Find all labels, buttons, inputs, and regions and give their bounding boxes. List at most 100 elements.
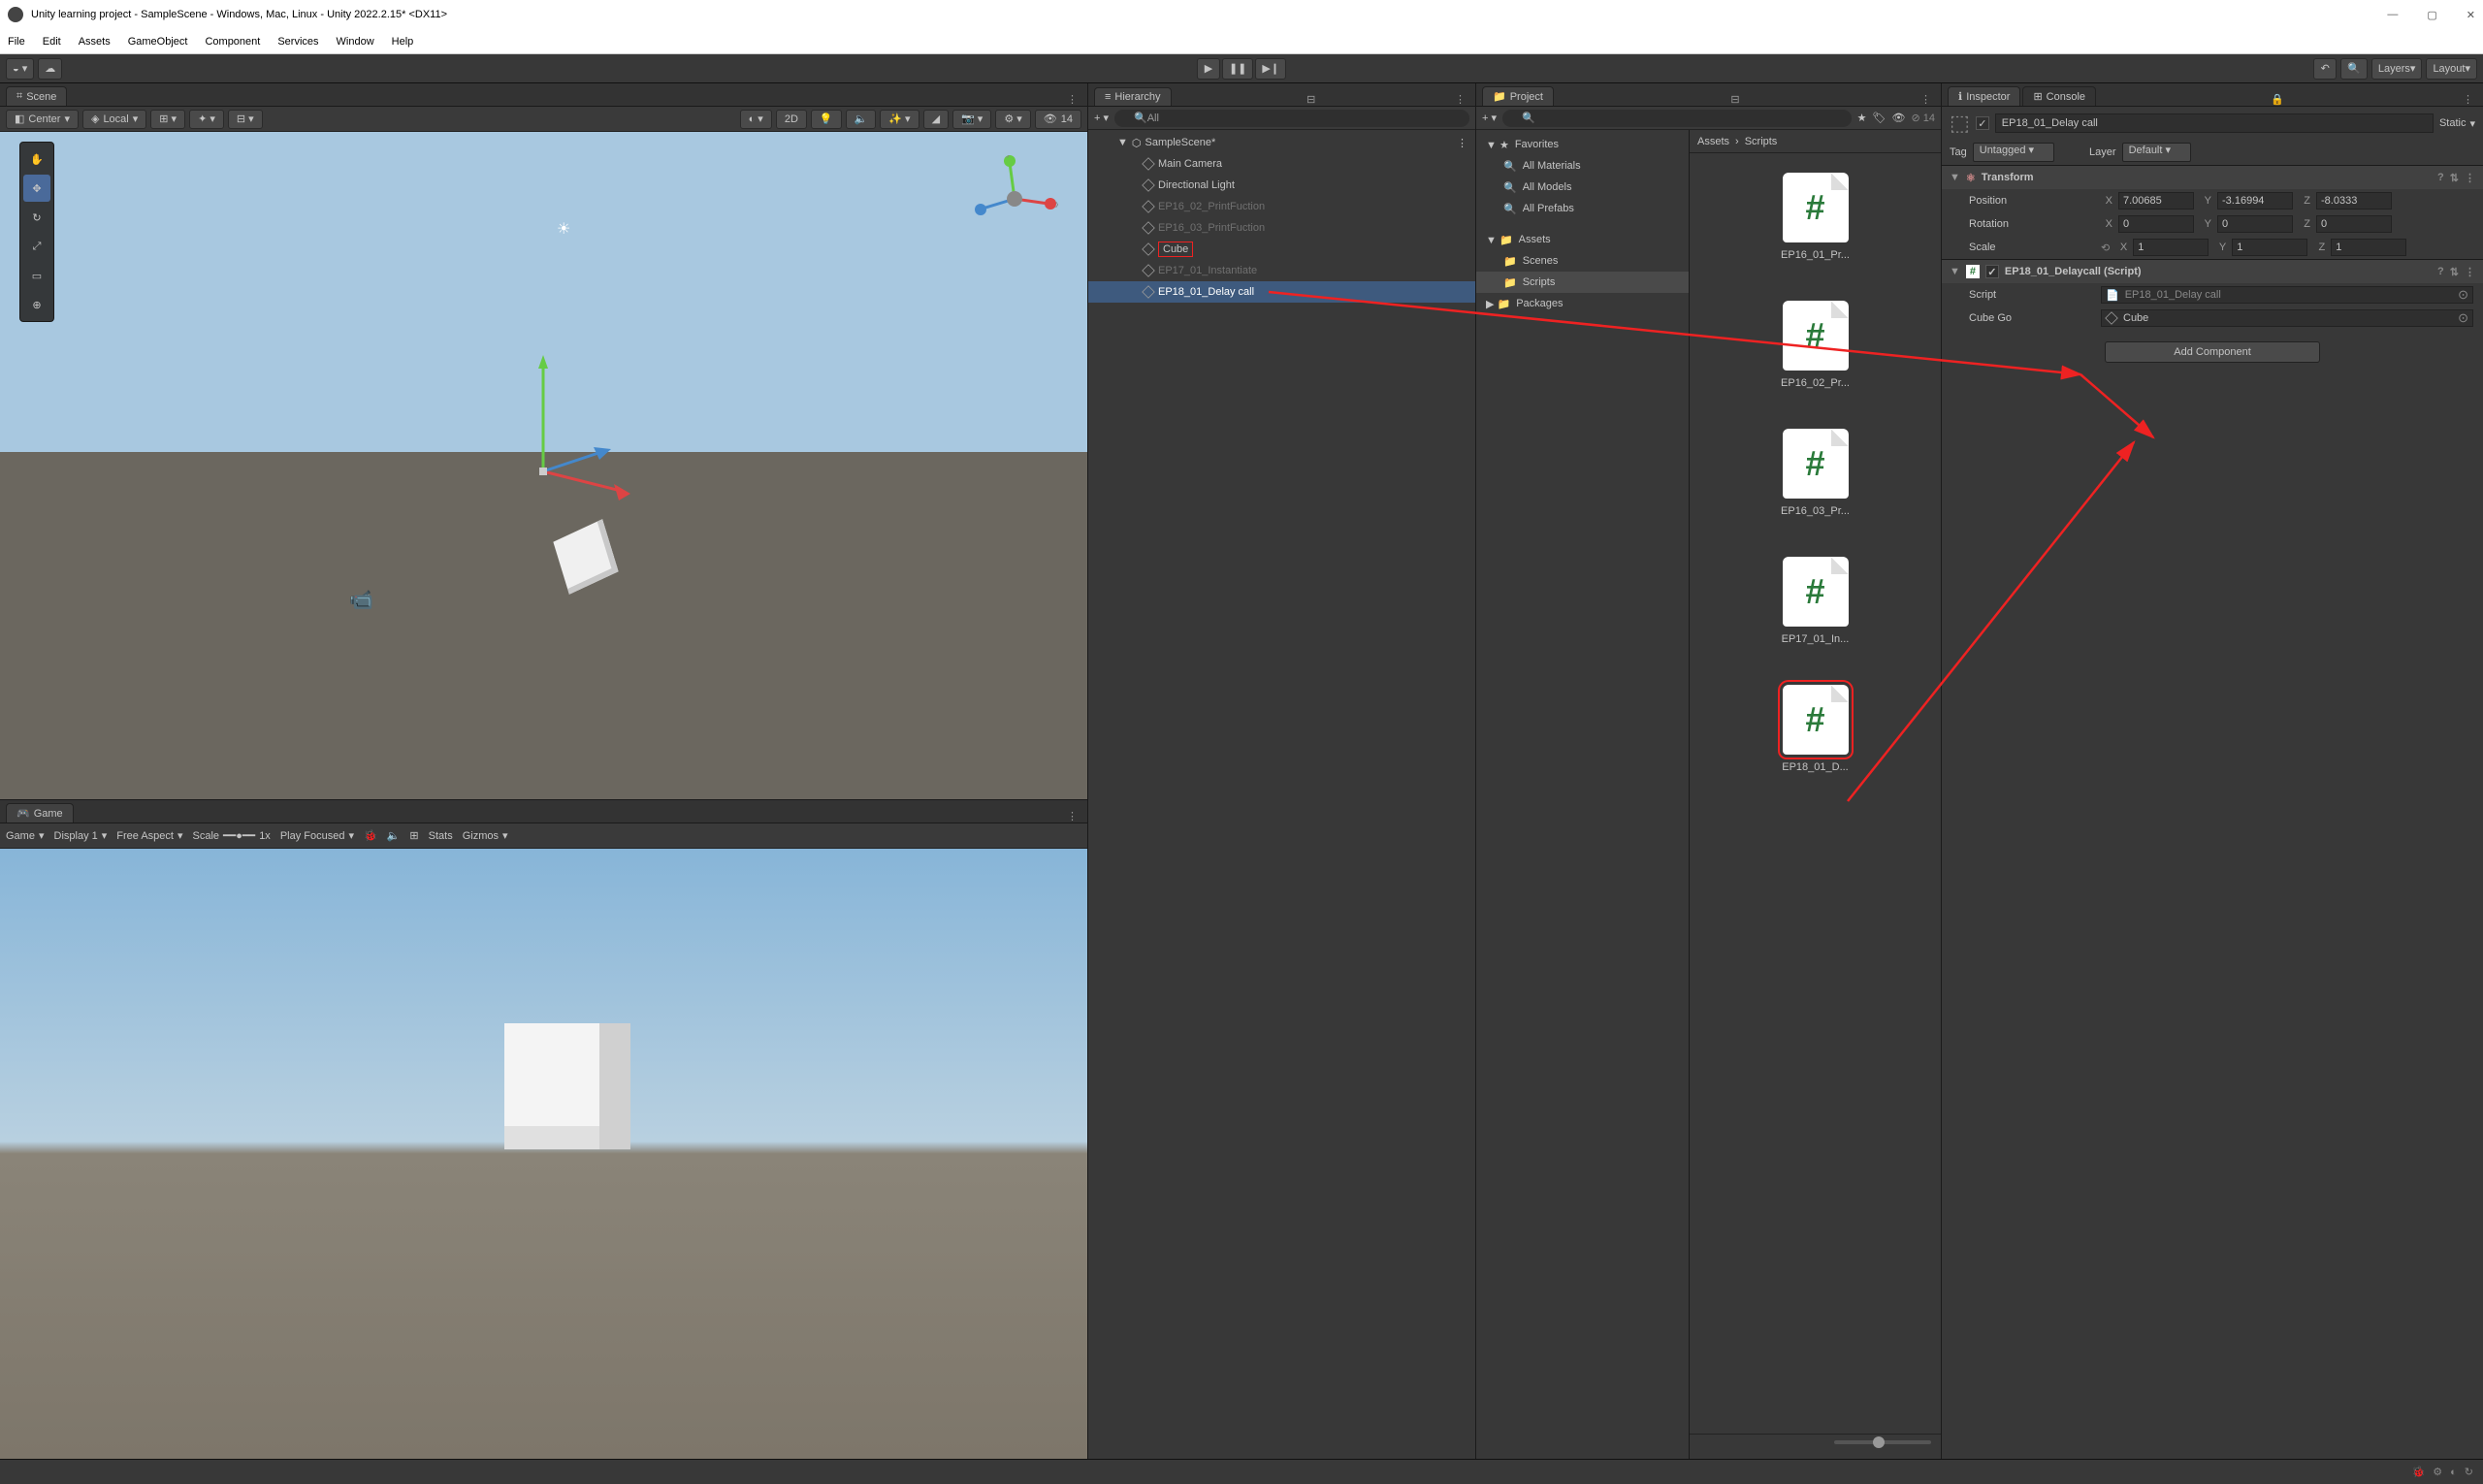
undo-history-button[interactable]: ↶	[2313, 58, 2337, 80]
mute-audio-toggle[interactable]: 🐞	[364, 829, 377, 842]
account-dropdown[interactable]: ◒ ▾	[6, 58, 34, 80]
scene-cube[interactable]	[553, 519, 618, 595]
inspector-tab[interactable]: ℹ Inspector	[1948, 86, 2020, 106]
layer-dropdown[interactable]: Default ▾	[2122, 143, 2191, 162]
hierarchy-search[interactable]: 🔍 All	[1114, 110, 1469, 127]
hierarchy-tab[interactable]: ≡ Hierarchy	[1094, 87, 1172, 106]
inspector-lock[interactable]: 🔒	[2267, 93, 2288, 106]
asset-ep16-02[interactable]: #EP16_02_Pr...	[1767, 301, 1864, 390]
cubego-object-field[interactable]: Cube ⊙	[2101, 309, 2473, 327]
stats-toggle[interactable]: Stats	[429, 830, 453, 842]
inspector-panel-menu[interactable]: ⋮	[2459, 93, 2477, 106]
layers-dropdown[interactable]: Layers ▾	[2371, 58, 2423, 80]
scene-lighting[interactable]: 💡	[811, 110, 842, 129]
game-mode-dropdown[interactable]: Game ▾	[6, 829, 45, 842]
tag-dropdown[interactable]: Untagged ▾	[1973, 143, 2054, 162]
pause-button[interactable]: ❚❚	[1222, 58, 1253, 80]
transform-header[interactable]: ▼⚛ Transform ? ⇅ ⋮	[1942, 166, 2483, 189]
scene-fx[interactable]: ✨ ▾	[880, 110, 919, 129]
status-icon-4[interactable]: ↻	[2465, 1466, 2473, 1478]
pos-z[interactable]	[2316, 192, 2392, 210]
transform-tool[interactable]: ⊕	[23, 291, 50, 318]
menu-help[interactable]: Help	[392, 36, 414, 48]
project-collapse[interactable]: ⊟	[1726, 93, 1743, 106]
hier-item-ep18-01[interactable]: EP18_01_Delay call	[1088, 281, 1475, 303]
cloud-button[interactable]: ☁	[38, 58, 62, 80]
asset-ep16-01[interactable]: #EP16_01_Pr...	[1767, 173, 1864, 262]
asset-ep17-01[interactable]: #EP17_01_In...	[1767, 557, 1864, 646]
active-checkbox[interactable]: ✓	[1976, 116, 1989, 130]
status-icon-1[interactable]: 🐞	[2412, 1466, 2426, 1478]
fav-models[interactable]: 🔍 All Models	[1476, 177, 1689, 198]
static-dropdown[interactable]: Static ▾	[2439, 117, 2475, 130]
preset-icon[interactable]: ⇅	[2450, 172, 2459, 184]
help-icon[interactable]: ?	[2437, 266, 2444, 278]
hier-item-light[interactable]: Directional Light	[1088, 175, 1475, 196]
orientation-gizmo[interactable]: x y	[971, 155, 1058, 242]
scene-row[interactable]: ▼ ⬡ SampleScene* ⋮	[1088, 132, 1475, 153]
scenes-folder[interactable]: 📁 Scenes	[1476, 250, 1689, 272]
maximize-button[interactable]: ▢	[2427, 9, 2436, 21]
hierarchy-create-button[interactable]: + ▾	[1094, 112, 1109, 124]
menu-gameobject[interactable]: GameObject	[128, 36, 188, 48]
assets-folder[interactable]: ▼ 📁 Assets	[1476, 229, 1689, 250]
scene-menu-icon[interactable]: ⋮	[1457, 137, 1475, 149]
add-component-button[interactable]: Add Component	[2105, 341, 2320, 363]
favorites-section[interactable]: ▼ ★ Favorites	[1476, 134, 1689, 155]
gizmos-dropdown[interactable]: ⚙ ▾	[995, 110, 1030, 129]
project-filter-fav[interactable]: ★	[1857, 112, 1867, 124]
grid-snap[interactable]: ⊞ ▾	[150, 110, 185, 129]
pivot-toggle[interactable]: ◧ Center ▾	[6, 110, 79, 129]
game-tab[interactable]: 🎮 Game	[6, 803, 74, 823]
scene-audio[interactable]: 🔈	[846, 110, 877, 129]
pos-y[interactable]	[2217, 192, 2293, 210]
display-dropdown[interactable]: Display 1 ▾	[54, 829, 108, 842]
menu-services[interactable]: Services	[277, 36, 318, 48]
project-search[interactable]: 🔍	[1502, 110, 1852, 127]
project-tab[interactable]: 📁 Project	[1482, 86, 1554, 106]
hier-item-ep16-03[interactable]: EP16_03_PrintFuction	[1088, 217, 1475, 239]
rot-z[interactable]	[2316, 215, 2392, 233]
move-gizmo[interactable]	[514, 345, 640, 520]
step-button[interactable]: ▶❙	[1255, 58, 1286, 80]
fav-materials[interactable]: 🔍 All Materials	[1476, 155, 1689, 177]
context-menu-icon[interactable]: ⋮	[2465, 266, 2475, 278]
fav-prefabs[interactable]: 🔍 All Prefabs	[1476, 198, 1689, 219]
scale-slider[interactable]: Scale ━━●━━ 1x	[193, 829, 271, 842]
project-create-button[interactable]: + ▾	[1482, 112, 1497, 124]
gizmos-toggle[interactable]: Gizmos ▾	[463, 829, 508, 842]
pos-x[interactable]	[2118, 192, 2194, 210]
script-object-field[interactable]: 📄 EP18_01_Delay call ⊙	[2101, 286, 2473, 304]
hier-item-camera[interactable]: Main Camera	[1088, 153, 1475, 175]
project-icon-size-slider[interactable]	[1690, 1434, 1941, 1459]
project-breadcrumb[interactable]: Assets › Scripts	[1690, 130, 1941, 153]
console-tab[interactable]: ⊞ Console	[2022, 86, 2096, 106]
script-header[interactable]: ▼ # ✓ EP18_01_Delaycall (Script) ? ⇅ ⋮	[1942, 260, 2483, 283]
hidden-count[interactable]: 👁 14	[1035, 110, 1081, 129]
status-icon-3[interactable]: ◐	[2450, 1467, 2457, 1478]
hier-item-cube[interactable]: Cube	[1088, 239, 1475, 260]
2d-toggle[interactable]: 2D	[776, 110, 807, 129]
local-toggle[interactable]: ◈ Local ▾	[82, 110, 146, 129]
hier-item-ep16-02[interactable]: EP16_02_PrintFuction	[1088, 196, 1475, 217]
minimize-button[interactable]: —	[2387, 9, 2398, 21]
scene-panel-menu[interactable]: ⋮	[1063, 93, 1081, 106]
status-icon-2[interactable]: ⚙	[2433, 1466, 2442, 1478]
move-tool[interactable]: ✥	[23, 175, 50, 202]
light-gizmo-icon[interactable]: ☀	[557, 219, 570, 239]
snap-settings[interactable]: ✦ ▾	[189, 110, 224, 129]
menu-edit[interactable]: Edit	[43, 36, 61, 48]
menu-component[interactable]: Component	[205, 36, 260, 48]
play-button[interactable]: ▶	[1197, 58, 1220, 80]
scene-visibility[interactable]: ◢	[923, 110, 949, 129]
scale-link-icon[interactable]: ⟲	[2101, 242, 2110, 254]
menu-file[interactable]: File	[8, 36, 25, 48]
rot-x[interactable]	[2118, 215, 2194, 233]
camera-gizmo-icon[interactable]: 📹	[349, 588, 373, 612]
scene-tab[interactable]: ⌗ Scene	[6, 86, 67, 106]
vsync-toggle[interactable]: ⊞	[409, 829, 418, 842]
hierarchy-collapse[interactable]: ⊟	[1303, 93, 1319, 106]
object-picker-icon[interactable]: ⊙	[2458, 310, 2468, 326]
project-panel-menu[interactable]: ⋮	[1917, 93, 1935, 106]
aspect-dropdown[interactable]: Free Aspect ▾	[116, 829, 182, 842]
